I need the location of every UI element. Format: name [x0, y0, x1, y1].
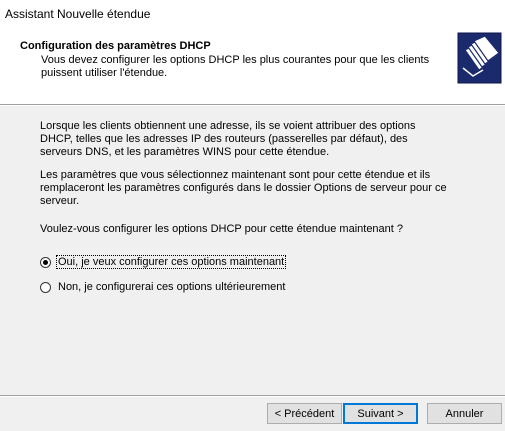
info-paragraph-1: Lorsque les clients obtiennent une adres… [40, 120, 416, 158]
radio-option-no[interactable]: Non, je configurerai ces options ultérie… [40, 279, 286, 295]
window-title: Assistant Nouvelle étendue [5, 7, 151, 21]
back-button[interactable]: < Précédent [267, 403, 342, 424]
radio-label-yes[interactable]: Oui, je veux configurer ces options main… [55, 255, 287, 269]
wizard-header: Configuration des paramètres DHCP Vous d… [0, 26, 505, 104]
header-title: Configuration des paramètres DHCP [20, 40, 211, 52]
question-text: Voulez-vous configurer les options DHCP … [40, 223, 404, 235]
radio-option-yes[interactable]: Oui, je veux configurer ces options main… [40, 254, 287, 270]
title-bar: Assistant Nouvelle étendue [0, 0, 505, 26]
footer-divider [0, 395, 505, 397]
radio-button-yes[interactable] [40, 256, 51, 268]
radio-label-no[interactable]: Non, je configurerai ces options ultérie… [57, 281, 286, 293]
radio-button-no[interactable] [40, 281, 51, 293]
next-button[interactable]: Suivant > [343, 403, 418, 424]
info-paragraph-2: Les paramètres que vous sélectionnez mai… [40, 169, 447, 207]
header-subtitle: Vous devez configurer les options DHCP l… [41, 54, 430, 79]
header-divider [0, 104, 505, 106]
cancel-button[interactable]: Annuler [427, 403, 502, 424]
folders-icon [457, 32, 502, 84]
